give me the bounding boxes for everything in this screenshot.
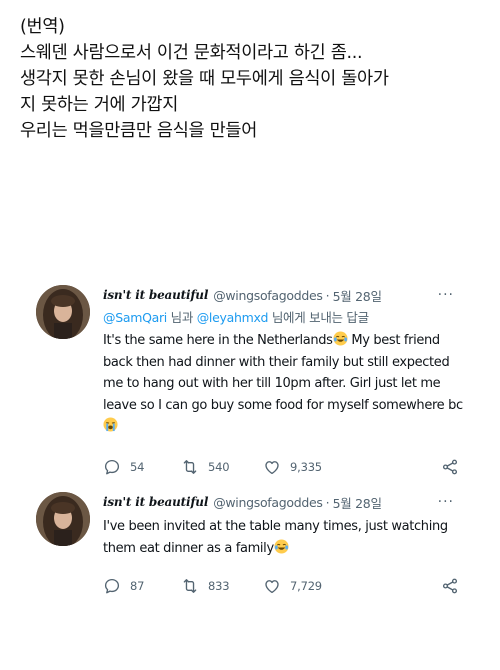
tweet-text-line: them eat dinner as a family xyxy=(103,538,468,560)
tweet-text-line: back then had dinner with their family b… xyxy=(103,354,450,370)
tweet-text-line: me to hang out with her till 10pm after.… xyxy=(103,376,441,391)
retweet-button[interactable]: 540 xyxy=(181,457,230,477)
avatar-image xyxy=(36,492,90,546)
reply-count: 54 xyxy=(130,460,145,474)
reply-joiner: 님과 xyxy=(166,310,197,325)
separator-dot: · xyxy=(325,494,330,510)
tweet-text-segment: It's the same here in the Netherlands xyxy=(103,333,333,348)
translation-line: 스웨덴 사람으로서 이건 문화적이라고 하긴 좀... xyxy=(20,43,363,63)
like-count: 7,729 xyxy=(290,579,322,593)
tweet-header: isn't it beautiful @wingsofagoddes · 5월 … xyxy=(103,492,468,512)
like-count: 9,335 xyxy=(290,460,322,474)
tweet-text: It's the same here in the Netherlands My… xyxy=(103,330,468,438)
display-name[interactable]: isn't it beautiful xyxy=(103,495,208,509)
retweet-count: 833 xyxy=(208,579,230,593)
tweet-actions: 54 540 9,335 xyxy=(103,457,468,477)
reply-button[interactable]: 87 xyxy=(103,576,144,596)
separator-dot: · xyxy=(325,287,330,303)
tweet-content: isn't it beautiful @wingsofagoddes · 5월 … xyxy=(103,285,468,438)
share-button[interactable] xyxy=(441,576,459,596)
reply-context: @SamQari 님과 @leyahmxd 님에게 보내는 답글 xyxy=(103,308,468,328)
tweet-text-segment: them eat dinner as a family xyxy=(103,540,274,556)
avatar[interactable] xyxy=(36,492,90,546)
share-icon xyxy=(442,459,458,475)
tweet-text: I've been invited at the table many time… xyxy=(103,516,468,559)
translation-line: 생각지 못한 손님이 왔을 때 모두에게 음식이 돌아가 xyxy=(20,69,389,89)
tweet-date[interactable]: 5월 28일 xyxy=(333,493,382,512)
loudly-crying-emoji-icon xyxy=(103,417,118,432)
retweet-icon xyxy=(183,579,197,593)
tweet-date[interactable]: 5월 28일 xyxy=(333,286,382,305)
translation-line: (번역) xyxy=(20,17,65,37)
tweet-text-line: It's the same here in the Netherlands My… xyxy=(103,330,468,352)
like-button[interactable]: 7,729 xyxy=(263,576,322,596)
tweet-text-line: I've been invited at the table many time… xyxy=(103,519,448,534)
tweet-text-line: leave so I can go buy some food for myse… xyxy=(103,397,463,413)
tweet-text-line xyxy=(103,416,468,438)
reply-count: 87 xyxy=(130,579,145,593)
tweet-header: isn't it beautiful @wingsofagoddes · 5월 … xyxy=(103,285,468,305)
tweet-content: isn't it beautiful @wingsofagoddes · 5월 … xyxy=(103,492,468,559)
crying-laughing-emoji-icon xyxy=(333,331,348,346)
user-handle[interactable]: @wingsofagoddes xyxy=(213,495,323,510)
translation-block: (번역) 스웨덴 사람으로서 이건 문화적이라고 하긴 좀... 생각지 못한 … xyxy=(20,14,490,144)
display-name[interactable]: isn't it beautiful xyxy=(103,288,208,302)
tweet-actions: 87 833 7,729 xyxy=(103,576,468,596)
more-icon[interactable]: ··· xyxy=(438,494,454,510)
like-icon xyxy=(265,461,279,475)
retweet-button[interactable]: 833 xyxy=(181,576,230,596)
reply-suffix: 님에게 보내는 답글 xyxy=(268,310,369,325)
reply-button[interactable]: 54 xyxy=(103,457,144,477)
translation-line: 지 못하는 거에 가깝지 xyxy=(20,95,178,115)
avatar[interactable] xyxy=(36,285,90,339)
retweet-icon xyxy=(183,460,197,474)
reply-icon xyxy=(104,578,120,594)
user-handle[interactable]: @wingsofagoddes xyxy=(213,288,323,303)
like-icon xyxy=(265,580,279,594)
reply-icon xyxy=(104,459,120,475)
avatar-image xyxy=(36,285,90,339)
tweet-text-segment: My best friend xyxy=(347,333,440,348)
crying-laughing-emoji-icon xyxy=(274,538,289,554)
mention-link[interactable]: @leyahmxd xyxy=(197,310,269,325)
like-button[interactable]: 9,335 xyxy=(263,457,322,477)
retweet-count: 540 xyxy=(208,460,230,474)
share-button[interactable] xyxy=(441,457,459,477)
share-icon xyxy=(442,578,458,594)
mention-link[interactable]: @SamQari xyxy=(103,310,167,325)
screenshot: (번역) 스웨덴 사람으로서 이건 문화적이라고 하긴 좀... 생각지 못한 … xyxy=(0,0,500,670)
more-icon[interactable]: ··· xyxy=(438,287,454,303)
translation-line: 우리는 먹을만큼만 음식을 만들어 xyxy=(20,121,257,141)
